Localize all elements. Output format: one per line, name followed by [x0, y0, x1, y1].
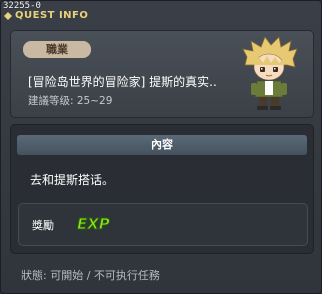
exp-icon: EXP [77, 215, 111, 234]
quest-diamond-icon [4, 12, 12, 20]
quest-name: [冒险岛世界的冒险家] 提斯的真实.. [28, 75, 217, 89]
quest-info-window: 32255-0 QUEST INFO 職業 [冒险岛世界的冒险家] 提斯的真实.… [0, 0, 322, 294]
content-panel: 內容 去和提斯搭话。 獎勵 EXP [10, 124, 314, 254]
category-badge: 職業 [23, 41, 91, 58]
quest-level: 建議等级: 25~29 [28, 95, 113, 107]
quest-header-panel: 職業 [冒险岛世界的冒险家] 提斯的真实.. 建議等级: 25~29 [10, 30, 314, 118]
exp-text: EXP [77, 215, 110, 233]
quest-status: 狀態: 可開始 / 不可执行任務 [21, 269, 160, 282]
npc-portrait-icon [242, 36, 298, 110]
content-header: 內容 [17, 135, 307, 155]
reward-label: 獎勵 [32, 219, 54, 232]
content-text: 去和提斯搭话。 [30, 173, 115, 187]
reward-box: 獎勵 EXP [18, 203, 308, 246]
window-title: QUEST INFO [15, 10, 89, 21]
